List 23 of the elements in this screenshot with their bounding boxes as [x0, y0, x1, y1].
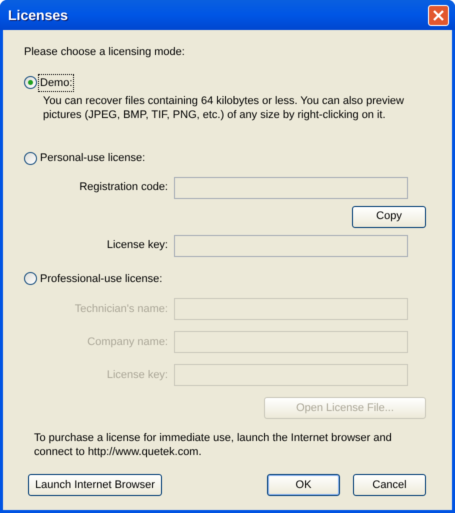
field-label: License key:	[106, 368, 169, 383]
purchase-note: To purchase a license for immediate use, launch the Internet browser and connect to http://www.quetek.com.	[33, 431, 393, 459]
button[interactable]: Cancel	[353, 474, 426, 496]
window-title: Licenses	[7, 6, 68, 24]
radio-label[interactable]: Personal-use license:	[39, 150, 146, 166]
field-label: Company name:	[86, 334, 169, 350]
field-label: Registration code:	[78, 180, 169, 196]
text-field[interactable]	[174, 176, 408, 198]
description-text: You can recover files containing 64 kilobytes or less. You can also preview pictures (JPEG, BMP, TIF, PNG, etc.) of any size by right-clicking on it.	[42, 94, 405, 122]
button[interactable]: OK	[267, 474, 340, 496]
field-label: License key:	[106, 238, 169, 254]
radio-button[interactable]	[24, 152, 37, 165]
field-label: Technician's name:	[74, 302, 169, 317]
text-field[interactable]	[174, 234, 408, 256]
button[interactable]: Launch Internet Browser	[28, 474, 162, 496]
close-icon	[433, 10, 444, 20]
close-button[interactable]	[428, 4, 449, 26]
radio-button[interactable]	[24, 76, 37, 90]
prompt-text: Please choose a licensing mode:	[24, 45, 186, 60]
radio-button[interactable]	[24, 272, 37, 286]
radio-label[interactable]: Professional-use license:	[39, 270, 164, 287]
radio-label[interactable]: Demo:	[39, 74, 74, 91]
button[interactable]: Copy	[352, 206, 426, 228]
